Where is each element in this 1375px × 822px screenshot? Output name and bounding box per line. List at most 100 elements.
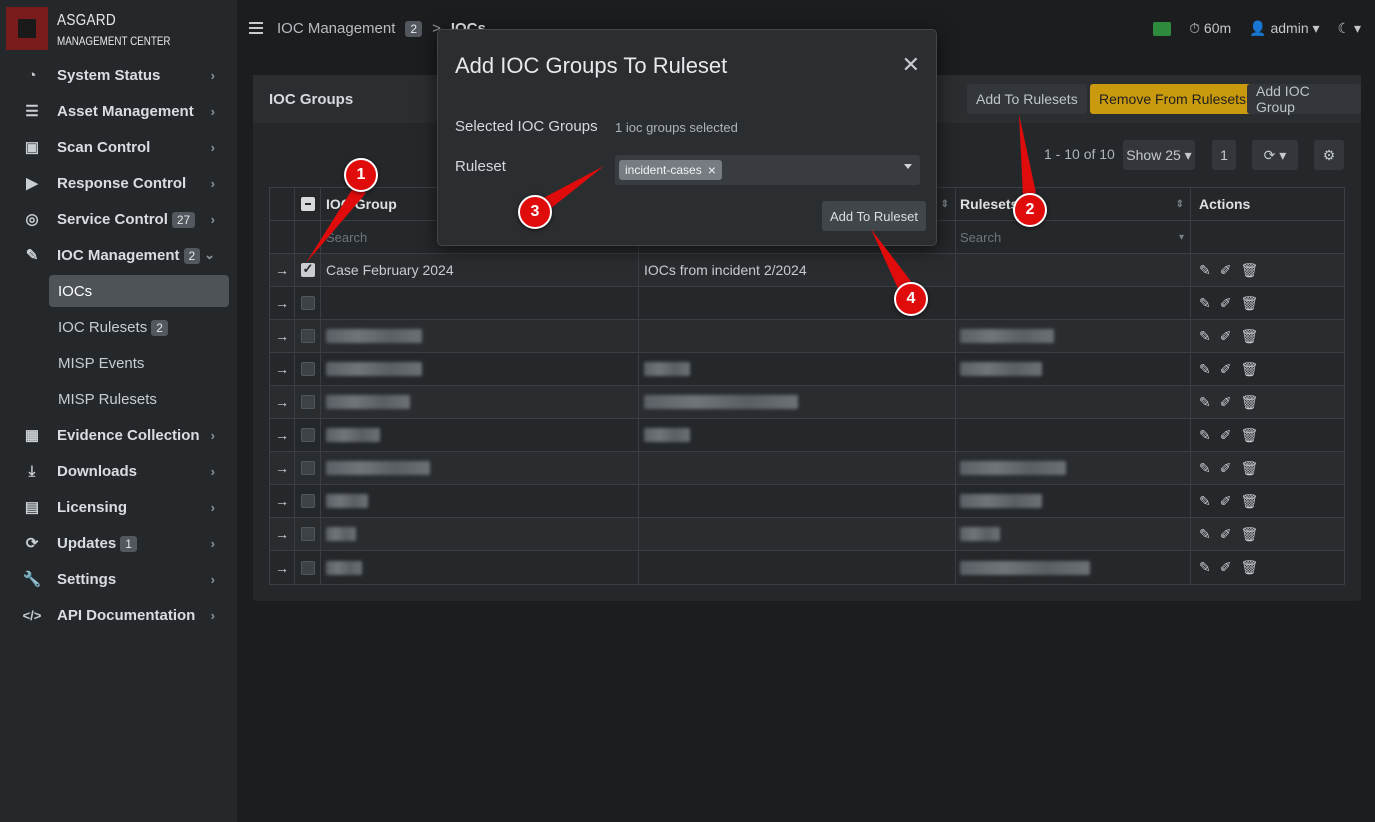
sidebar-subitem-iocs[interactable]: IOCs xyxy=(49,275,229,307)
edit-icon[interactable]: ✎ xyxy=(1199,493,1211,510)
row-checkbox[interactable] xyxy=(300,362,315,376)
sidebar-subitem-misp-rulesets[interactable]: MISP Rulesets xyxy=(0,381,237,417)
trash-icon[interactable]: 🗑 xyxy=(1240,295,1258,312)
session-timer[interactable]: ⏱ 60m xyxy=(1189,20,1231,37)
edit-icon[interactable]: ✎ xyxy=(1199,394,1211,411)
edit-iocs-icon[interactable]: ✐ xyxy=(1220,526,1232,543)
table-row[interactable]: → ✎ ✐ 🗑 xyxy=(270,518,1344,551)
edit-icon[interactable]: ✎ xyxy=(1199,526,1211,543)
sidebar-item-updates[interactable]: ⟳ Updates 1 › xyxy=(0,525,237,561)
edit-iocs-icon[interactable]: ✐ xyxy=(1220,493,1232,510)
user-menu[interactable]: 👤 admin ▾ xyxy=(1249,20,1319,37)
row-checkbox[interactable] xyxy=(300,296,315,310)
expand-arrow-icon[interactable]: → xyxy=(270,386,295,418)
page-size-select[interactable]: Show 25 ▾ xyxy=(1123,140,1195,170)
edit-iocs-icon[interactable]: ✐ xyxy=(1220,328,1232,345)
sidebar-item-ioc-management[interactable]: ✎ IOC Management 2 ⌄ xyxy=(0,237,237,273)
sidebar-item-response-control[interactable]: ▶ Response Control › xyxy=(0,165,237,201)
sidebar-subitem-ioc-rulesets[interactable]: IOC Rulesets 2 xyxy=(0,309,237,345)
select-all-checkbox[interactable] xyxy=(300,197,315,211)
sidebar-item-downloads[interactable]: ⤓ Downloads › xyxy=(0,453,237,489)
trash-icon[interactable]: 🗑 xyxy=(1240,361,1258,378)
sidebar-item-licensing[interactable]: ▤ Licensing › xyxy=(0,489,237,525)
edit-iocs-icon[interactable]: ✐ xyxy=(1220,460,1232,477)
sidebar-item-api-documentation[interactable]: </> API Documentation › xyxy=(0,597,237,633)
expand-arrow-icon[interactable]: → xyxy=(270,485,295,517)
remove-tag-icon[interactable]: × xyxy=(708,162,716,178)
trash-icon[interactable]: 🗑 xyxy=(1240,559,1258,576)
row-checkbox[interactable] xyxy=(300,329,315,343)
close-icon[interactable]: ✕ xyxy=(902,52,920,78)
rulesets-search-select[interactable]: Search ▾ xyxy=(956,221,1191,253)
server-status-icon[interactable] xyxy=(1153,21,1172,36)
sidebar-item-asset-management[interactable]: ☰ Asset Management › xyxy=(0,93,237,129)
row-checkbox[interactable] xyxy=(300,461,315,475)
redacted-text xyxy=(960,362,1042,376)
edit-iocs-icon[interactable]: ✐ xyxy=(1220,361,1232,378)
row-checkbox[interactable] xyxy=(300,494,315,508)
expand-arrow-icon[interactable]: → xyxy=(270,551,295,584)
edit-iocs-icon[interactable]: ✐ xyxy=(1220,295,1232,312)
expand-arrow-icon[interactable]: → xyxy=(270,254,295,286)
table-row[interactable]: → ✎ ✐ 🗑 xyxy=(270,287,1344,320)
ruleset-select[interactable]: incident-cases × xyxy=(615,155,920,185)
edit-icon[interactable]: ✎ xyxy=(1199,295,1211,312)
table-row[interactable]: → ✎ ✐ 🗑 xyxy=(270,485,1344,518)
theme-toggle-icon[interactable]: ☾ ▾ xyxy=(1338,20,1361,37)
table-row[interactable]: → Case February 2024 IOCs from incident … xyxy=(270,254,1344,287)
row-checkbox[interactable] xyxy=(300,261,315,277)
expand-arrow-icon[interactable]: → xyxy=(270,353,295,385)
expand-arrow-icon[interactable]: → xyxy=(270,419,295,451)
expand-arrow-icon[interactable]: → xyxy=(270,518,295,550)
add-ioc-group-button[interactable]: Add IOC Group xyxy=(1247,83,1361,115)
edit-icon[interactable]: ✎ xyxy=(1199,328,1211,345)
trash-icon[interactable]: 🗑 xyxy=(1240,493,1258,510)
row-checkbox[interactable] xyxy=(300,560,315,575)
code-icon: </> xyxy=(22,607,42,623)
sidebar-item-evidence-collection[interactable]: ▦ Evidence Collection › xyxy=(0,417,237,453)
row-checkbox[interactable] xyxy=(300,527,315,541)
trash-icon[interactable]: 🗑 xyxy=(1240,427,1258,444)
asgard-logo[interactable] xyxy=(6,7,48,50)
expand-arrow-icon[interactable]: → xyxy=(270,452,295,484)
edit-icon[interactable]: ✎ xyxy=(1199,460,1211,477)
page-number-button[interactable]: 1 xyxy=(1212,140,1236,170)
edit-icon[interactable]: ✎ xyxy=(1199,559,1211,576)
trash-icon[interactable]: 🗑 xyxy=(1240,394,1258,411)
sidebar-subitem-misp-events[interactable]: MISP Events xyxy=(0,345,237,381)
trash-icon[interactable]: 🗑 xyxy=(1240,262,1258,279)
hamburger-menu-icon[interactable] xyxy=(249,22,263,36)
trash-icon[interactable]: 🗑 xyxy=(1240,328,1258,345)
remove-from-rulesets-button[interactable]: Remove From Rulesets xyxy=(1090,84,1256,114)
table-row[interactable]: → ✎ ✐ 🗑 xyxy=(270,386,1344,419)
sidebar-item-service-control[interactable]: ◎ Service Control 27 › xyxy=(0,201,237,237)
header-rulesets[interactable]: Rulesets ⇕ xyxy=(956,188,1191,220)
edit-iocs-icon[interactable]: ✐ xyxy=(1220,559,1232,576)
table-row[interactable]: → ✎ ✐ 🗑 xyxy=(270,452,1344,485)
settings-button[interactable]: ⚙ xyxy=(1314,140,1344,170)
refresh-button[interactable]: ⟳ ▾ xyxy=(1252,140,1298,170)
edit-iocs-icon[interactable]: ✐ xyxy=(1220,427,1232,444)
table-row[interactable]: → ✎ ✐ 🗑 xyxy=(270,353,1344,386)
edit-icon[interactable]: ✎ xyxy=(1199,427,1211,444)
table-row[interactable]: → ✎ ✐ 🗑 xyxy=(270,320,1344,353)
sidebar-subitem-label: IOCs xyxy=(58,282,93,300)
trash-icon[interactable]: 🗑 xyxy=(1240,460,1258,477)
sidebar-item-scan-control[interactable]: ▣ Scan Control › xyxy=(0,129,237,165)
trash-icon[interactable]: 🗑 xyxy=(1240,526,1258,543)
table-row[interactable]: → ✎ ✐ 🗑 xyxy=(270,419,1344,452)
breadcrumb-parent[interactable]: IOC Management xyxy=(277,20,395,37)
edit-icon[interactable]: ✎ xyxy=(1199,361,1211,378)
sidebar-item-system-status[interactable]: ◔ System Status › xyxy=(0,57,237,93)
edit-iocs-icon[interactable]: ✐ xyxy=(1220,262,1232,279)
edit-iocs-icon[interactable]: ✐ xyxy=(1220,394,1232,411)
add-to-rulesets-button[interactable]: Add To Rulesets xyxy=(967,84,1087,114)
row-checkbox[interactable] xyxy=(300,395,315,409)
row-checkbox[interactable] xyxy=(300,428,315,442)
edit-icon[interactable]: ✎ xyxy=(1199,262,1211,279)
add-to-ruleset-button[interactable]: Add To Ruleset xyxy=(822,201,926,231)
table-row[interactable]: → ✎ ✐ 🗑 xyxy=(270,551,1344,584)
expand-arrow-icon[interactable]: → xyxy=(270,320,295,352)
sidebar-item-settings[interactable]: 🔧 Settings › xyxy=(0,561,237,597)
expand-arrow-icon[interactable]: → xyxy=(270,287,295,319)
